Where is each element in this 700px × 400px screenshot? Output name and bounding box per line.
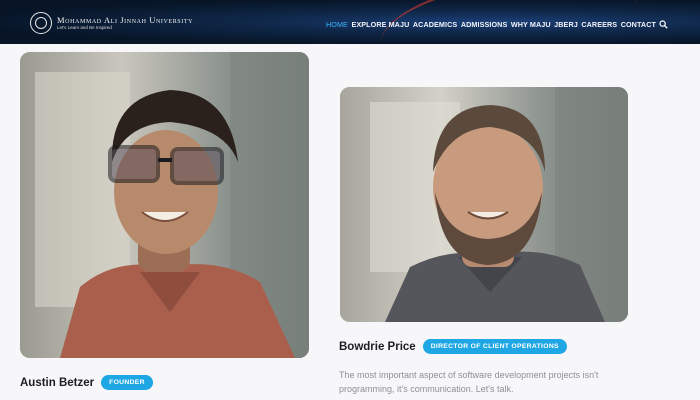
nav-item-contact[interactable]: CONTACT [621, 20, 656, 29]
search-icon[interactable] [659, 20, 668, 29]
role-badge: DIRECTOR OF CLIENT OPERATIONS [422, 339, 567, 354]
team-member-bio: The most important aspect of software de… [339, 370, 599, 394]
nav-item-explore-maju[interactable]: EXPLORE MAJU [351, 20, 409, 29]
team-member-info: Austin Betzer FOUNDER [20, 375, 153, 390]
university-logo[interactable]: Mohammad Ali Jinnah University Let's Lea… [30, 12, 193, 34]
nav-item-why-maju[interactable]: WHY MAJU [511, 20, 551, 29]
nav-item-careers[interactable]: CAREERS [581, 20, 617, 29]
team-member-photo [20, 52, 309, 358]
logo-tagline: Let's Learn and Be Inspired [57, 25, 112, 30]
main-nav: HOME EXPLORE MAJU ACADEMICS ADMISSIONS W… [322, 20, 668, 29]
role-badge: FOUNDER [101, 375, 153, 390]
nav-item-admissions[interactable]: ADMISSIONS [461, 20, 508, 29]
logo-name: Mohammad Ali Jinnah University [57, 15, 194, 25]
university-seal-icon [30, 12, 52, 34]
team-member-info: Bowdrie Price DIRECTOR OF CLIENT OPERATI… [339, 339, 567, 354]
nav-item-academics[interactable]: ACADEMICS [413, 20, 457, 29]
nav-item-home[interactable]: HOME [326, 20, 348, 29]
nav-item-jberj[interactable]: JBERJ [554, 20, 578, 29]
team-member-name: Austin Betzer [20, 376, 95, 389]
site-header: Mohammad Ali Jinnah University Let's Lea… [0, 0, 700, 44]
team-member-photo [340, 87, 628, 322]
team-member-name: Bowdrie Price [339, 340, 416, 353]
